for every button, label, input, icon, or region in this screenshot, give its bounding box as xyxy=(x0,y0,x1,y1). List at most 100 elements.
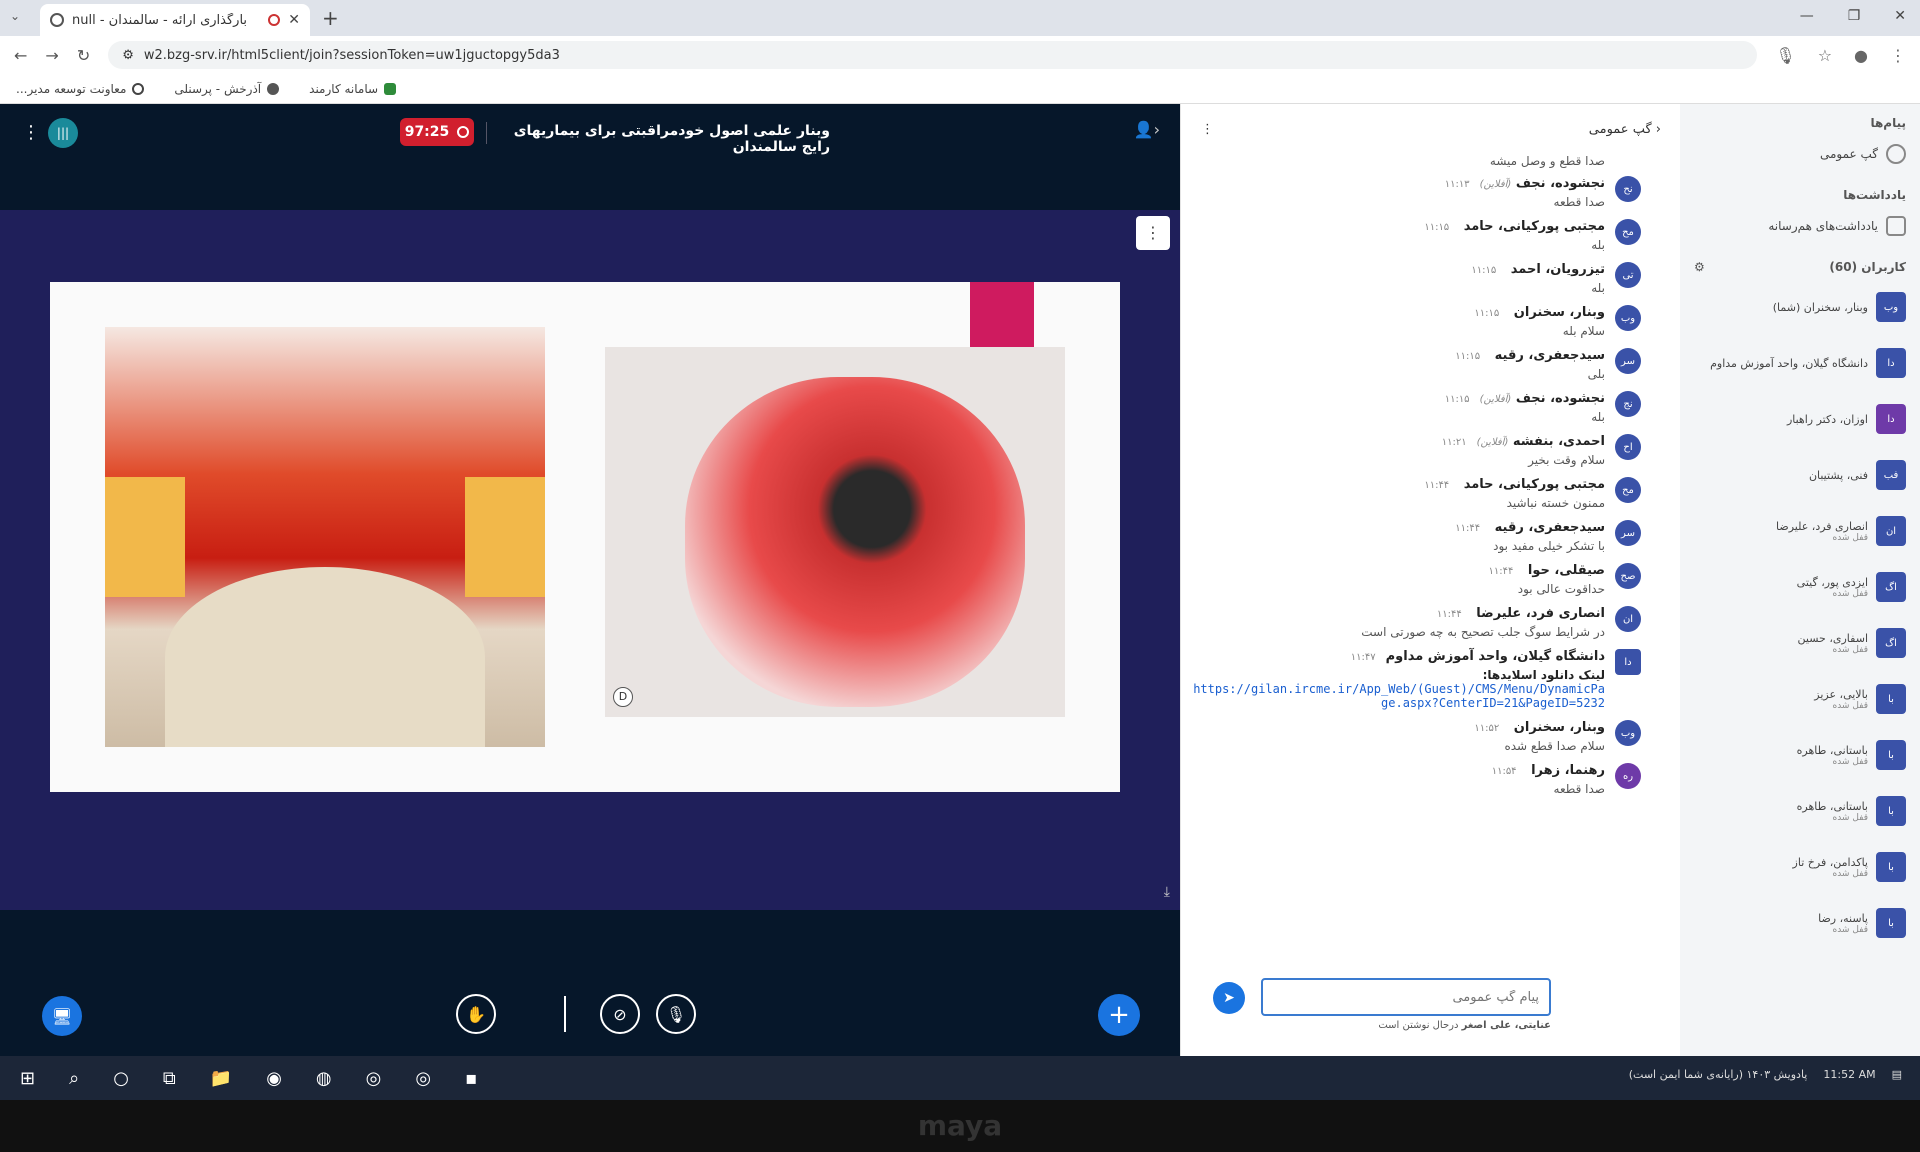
user-info: پاسنه، رضا قفل شده xyxy=(1818,912,1868,935)
chat-input[interactable] xyxy=(1261,978,1551,1016)
restore-icon[interactable]: ❐ xyxy=(1848,8,1861,24)
search-icon[interactable]: ⌕ xyxy=(69,1068,79,1089)
avatar: مح xyxy=(1615,477,1641,503)
notifications-icon[interactable]: ▤ xyxy=(1892,1068,1902,1081)
options-icon[interactable]: ⋮ xyxy=(22,122,40,143)
user-list-item[interactable]: دا دانشگاه گیلان، واحد آموزش مداوم xyxy=(1694,348,1906,378)
actions-plus-button[interactable]: + xyxy=(1098,994,1140,1036)
user-info: اسفاری، حسین قفل شده xyxy=(1798,632,1868,655)
sender-name: مجتبی پورکیانی، حامد xyxy=(1463,477,1605,492)
message-header: نجشوده، نجف (آفلاین) ۱۱:۱۳ xyxy=(1191,176,1605,191)
user-name: باستانی، طاهره xyxy=(1796,799,1868,813)
chat-title[interactable]: ‹ گپ عمومی xyxy=(1589,122,1661,137)
settings-icon[interactable]: ⚙ xyxy=(1694,260,1705,274)
mic-icon[interactable]: 🎙 xyxy=(1775,46,1795,65)
close-window-icon[interactable]: ✕ xyxy=(1894,8,1906,24)
tab-list-icon[interactable]: ⌄ xyxy=(10,9,20,23)
user-list-item[interactable]: فب فنی، پشتیبان xyxy=(1694,460,1906,490)
user-list-item[interactable]: ان انصاری فرد، علیرضا قفل شده xyxy=(1694,516,1906,546)
site-info-icon[interactable]: ⚙ xyxy=(122,48,134,63)
user-status: قفل شده xyxy=(1832,868,1868,879)
user-list-item[interactable]: با بالایی، عزیز قفل شده xyxy=(1694,684,1906,714)
user-list-item[interactable]: با باستانی، طاهره قفل شده xyxy=(1694,740,1906,770)
url-field[interactable]: ⚙ w2.bzg-srv.ir/html5client/join?session… xyxy=(108,41,1758,69)
forward-icon[interactable]: → xyxy=(45,46,58,65)
user-list-item[interactable]: با باستانی، طاهره قفل شده xyxy=(1694,796,1906,826)
public-chat-item[interactable]: گپ عمومی xyxy=(1694,144,1906,164)
chat-message: سر سیدجعفری، رقیه ۱۱:۴۴ با تشکر خیلی مفید … xyxy=(1191,520,1651,553)
bookmark-item[interactable]: معاونت توسعه مدیر... xyxy=(16,82,145,96)
shared-notes-item[interactable]: یادداشت‌های هم‌رسانه xyxy=(1694,216,1906,236)
message-text: بله xyxy=(1591,238,1605,252)
task-view-icon[interactable]: ⧉ xyxy=(163,1068,176,1089)
chat-message: وب وبنار، سخنران ۱۱:۱۵ سلام بله xyxy=(1191,305,1651,338)
record-icon xyxy=(457,126,470,138)
send-button[interactable]: ➤ xyxy=(1213,982,1245,1014)
chat-message: ره رهنما، زهرا ۱۱:۵۴ صدا قطعه xyxy=(1191,763,1651,796)
slides-download-link[interactable]: https://gilan.ircme.ir/App_Web/(Guest)/C… xyxy=(1191,682,1605,710)
user-list-item[interactable]: وب وبنار، سخنران (شما) xyxy=(1694,292,1906,322)
download-icon[interactable]: ⤓ xyxy=(1164,884,1170,900)
message-text: سلام صدا قطع شده xyxy=(1504,739,1605,753)
message-time: ۱۱:۱۵ xyxy=(1471,265,1497,276)
user-list-item[interactable]: دا اوزان، دکتر راهبار xyxy=(1694,404,1906,434)
profile-icon[interactable]: ● xyxy=(1854,46,1868,65)
star-icon[interactable]: ☆ xyxy=(1818,46,1832,65)
bookmarks-bar: سامانه کارمند آذرخش - پرسنلی معاونت توسع… xyxy=(0,74,1920,104)
main-area: ⋮ ||| 97:25 وبنار علمی اصول خودمراقبتی ب… xyxy=(0,104,1180,1056)
message-body: سیدجعفری، رقیه ۱۱:۴۴ با تشکر خیلی مفید بو… xyxy=(1191,520,1605,553)
start-icon[interactable]: ⊞ xyxy=(20,1068,35,1089)
user-name: وبنار، سخنران (شما) xyxy=(1772,300,1868,314)
bone-layer xyxy=(165,567,485,747)
firefox-icon[interactable]: ◉ xyxy=(266,1068,282,1089)
browser-tab[interactable]: null - بارگذاری ارائه - سالمندان ✕ xyxy=(40,4,310,36)
reload-icon[interactable]: ↻ xyxy=(77,46,90,65)
chat-message: دا دانشگاه گیلان، واحد آموزش مداوم ۱۱:۴۷ … xyxy=(1191,649,1651,710)
bookmark-label: سامانه کارمند xyxy=(309,81,379,96)
file-explorer-icon[interactable]: 📁 xyxy=(210,1068,232,1089)
back-icon[interactable]: ← xyxy=(14,46,27,65)
bookmark-label: آذرخش - پرسنلی xyxy=(174,81,262,96)
webinar-app: ⋮ ||| 97:25 وبنار علمی اصول خودمراقبتی ب… xyxy=(0,104,1920,1056)
folder-icon xyxy=(384,82,397,95)
edge-icon[interactable]: ◍ xyxy=(316,1068,332,1089)
offline-status: (آفلاین) xyxy=(1479,394,1512,405)
cortana-icon[interactable]: ○ xyxy=(113,1068,129,1089)
user-list-item[interactable]: اگ ایزدی پور، گیتی قفل شده xyxy=(1694,572,1906,602)
sender-name: نجشوده، نجف xyxy=(1515,391,1605,406)
screen-share-button[interactable]: 🖥 xyxy=(42,996,82,1036)
chat-options-icon[interactable]: ⋮ xyxy=(1201,122,1214,137)
message-time: ۱۱:۱۵ xyxy=(1455,351,1481,362)
minimize-icon[interactable]: — xyxy=(1800,8,1814,24)
user-list-toggle-icon[interactable]: 👤› xyxy=(1134,120,1160,139)
chrome-icon[interactable]: ◎ xyxy=(415,1068,431,1089)
user-list-item[interactable]: با پاسنه، رضا قفل شده xyxy=(1694,908,1906,938)
presentation-options-icon[interactable]: ⋮ xyxy=(1136,216,1170,250)
photo-label: D xyxy=(613,687,633,707)
raise-hand-button[interactable]: ✋ xyxy=(456,994,496,1034)
recording-timer[interactable]: 97:25 xyxy=(400,118,474,146)
camera-off-button[interactable]: ⊘ xyxy=(600,994,640,1034)
app-icon[interactable]: ▪ xyxy=(465,1068,477,1089)
message-time: ۱۱:۴۴ xyxy=(1488,566,1514,577)
message-text: لینک دانلود اسلایدها: xyxy=(1482,668,1605,682)
clock[interactable]: 11:52 AM xyxy=(1823,1068,1875,1081)
monitor-brand: maya xyxy=(0,1100,1920,1152)
message-time: ۱۱:۱۵ xyxy=(1424,222,1450,233)
chat-message: سر سیدجعفری، رقیه ۱۱:۱۵ بلی xyxy=(1191,348,1651,381)
tab-favicon-icon xyxy=(50,13,64,27)
user-list-item[interactable]: با پاکدامن، فرخ تاز قفل شده xyxy=(1694,852,1906,882)
message-text: صدا قطع و وصل میشه xyxy=(1489,154,1605,168)
message-header: دانشگاه گیلان، واحد آموزش مداوم ۱۱:۴۷ xyxy=(1191,649,1605,664)
chrome-icon[interactable]: ◎ xyxy=(366,1068,382,1089)
new-tab-button[interactable]: + xyxy=(322,6,339,30)
menu-icon[interactable]: ⋮ xyxy=(1890,46,1906,65)
chat-messages[interactable]: صدا قطع و وصل میشه نح نجشوده، نجف (آفلاین… xyxy=(1191,154,1651,894)
bookmark-item[interactable]: سامانه کارمند xyxy=(309,81,397,96)
mic-off-button[interactable]: 🎙 xyxy=(656,994,696,1034)
message-header: سیدجعفری، رقیه ۱۱:۴۴ xyxy=(1191,520,1605,535)
bookmark-item[interactable]: آذرخش - پرسنلی xyxy=(174,81,280,96)
close-tab-icon[interactable]: ✕ xyxy=(288,12,300,28)
message-text: صدا قطعه xyxy=(1553,782,1605,796)
user-list-item[interactable]: اگ اسفاری، حسین قفل شده xyxy=(1694,628,1906,658)
